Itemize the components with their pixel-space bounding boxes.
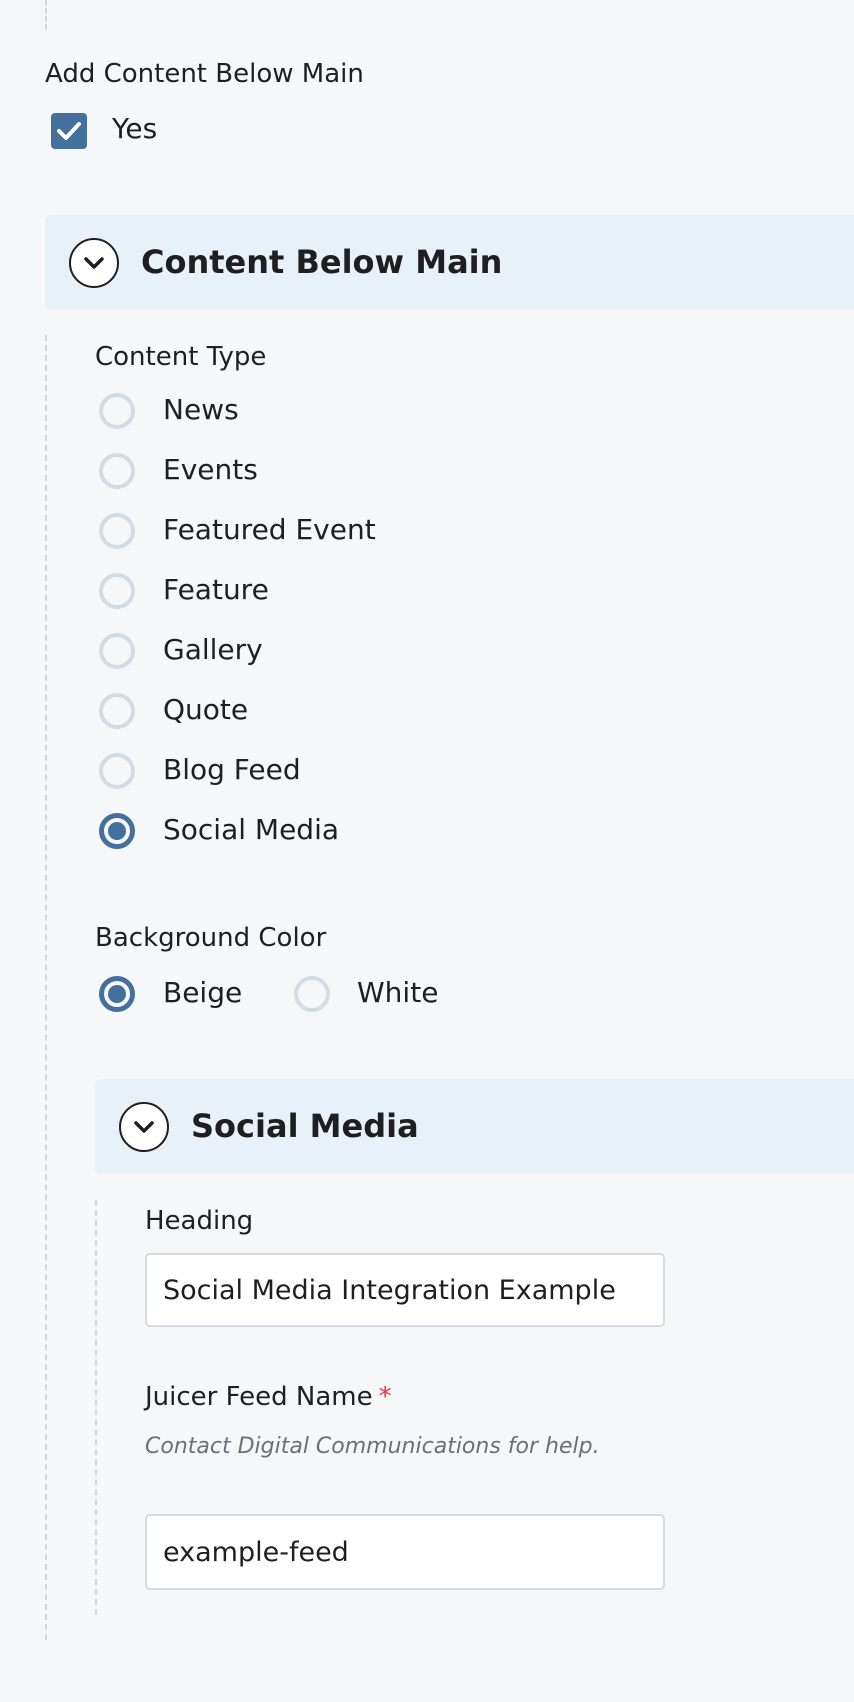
social-media-toggle[interactable] xyxy=(119,1102,169,1152)
radio-featured-event-label[interactable]: Featured Event xyxy=(163,513,376,547)
radio-quote-label[interactable]: Quote xyxy=(163,693,248,727)
yes-checkbox[interactable] xyxy=(51,113,87,149)
radio-social-media[interactable] xyxy=(99,813,135,849)
outer-nesting-guide xyxy=(45,335,47,1640)
radio-feature-label[interactable]: Feature xyxy=(163,573,269,607)
content-below-main-panel-header[interactable]: Content Below Main xyxy=(45,215,854,310)
juicer-feed-name-help: Contact Digital Communications for help. xyxy=(145,1434,600,1459)
heading-field-label: Heading xyxy=(145,1206,254,1236)
radio-beige[interactable] xyxy=(99,976,135,1012)
chevron-down-icon xyxy=(84,257,104,269)
radio-white[interactable] xyxy=(294,976,330,1012)
radio-gallery[interactable] xyxy=(99,633,135,669)
juicer-feed-name-label: Juicer Feed Name * xyxy=(145,1380,392,1414)
content-below-main-title: Content Below Main xyxy=(141,243,503,281)
radio-blog-feed[interactable] xyxy=(99,753,135,789)
add-content-below-main-label: Add Content Below Main xyxy=(45,59,364,89)
inner-nesting-guide xyxy=(95,1200,97,1615)
checkmark-icon xyxy=(57,122,81,140)
juicer-feed-name-text: Juicer Feed Name xyxy=(145,1382,373,1412)
radio-events[interactable] xyxy=(99,453,135,489)
outer-nesting-guide-top xyxy=(45,0,47,30)
yes-checkbox-label[interactable]: Yes xyxy=(112,112,157,146)
radio-news-label[interactable]: News xyxy=(163,393,239,427)
radio-quote[interactable] xyxy=(99,693,135,729)
radio-white-label[interactable]: White xyxy=(357,976,438,1010)
radio-social-media-label[interactable]: Social Media xyxy=(163,813,339,847)
radio-beige-label[interactable]: Beige xyxy=(163,976,242,1010)
background-color-label: Background Color xyxy=(95,923,327,953)
radio-gallery-label[interactable]: Gallery xyxy=(163,633,263,667)
content-below-main-toggle[interactable] xyxy=(69,238,119,288)
radio-news[interactable] xyxy=(99,393,135,429)
content-type-label: Content Type xyxy=(95,342,267,372)
radio-feature[interactable] xyxy=(99,573,135,609)
heading-input[interactable] xyxy=(145,1253,665,1327)
juicer-feed-name-input[interactable] xyxy=(145,1514,665,1590)
social-media-panel-header[interactable]: Social Media xyxy=(95,1079,854,1174)
required-marker: * xyxy=(378,1382,392,1412)
radio-blog-feed-label[interactable]: Blog Feed xyxy=(163,753,301,787)
chevron-down-icon xyxy=(134,1121,154,1133)
radio-featured-event[interactable] xyxy=(99,513,135,549)
social-media-title: Social Media xyxy=(191,1107,419,1145)
radio-events-label[interactable]: Events xyxy=(163,453,258,487)
